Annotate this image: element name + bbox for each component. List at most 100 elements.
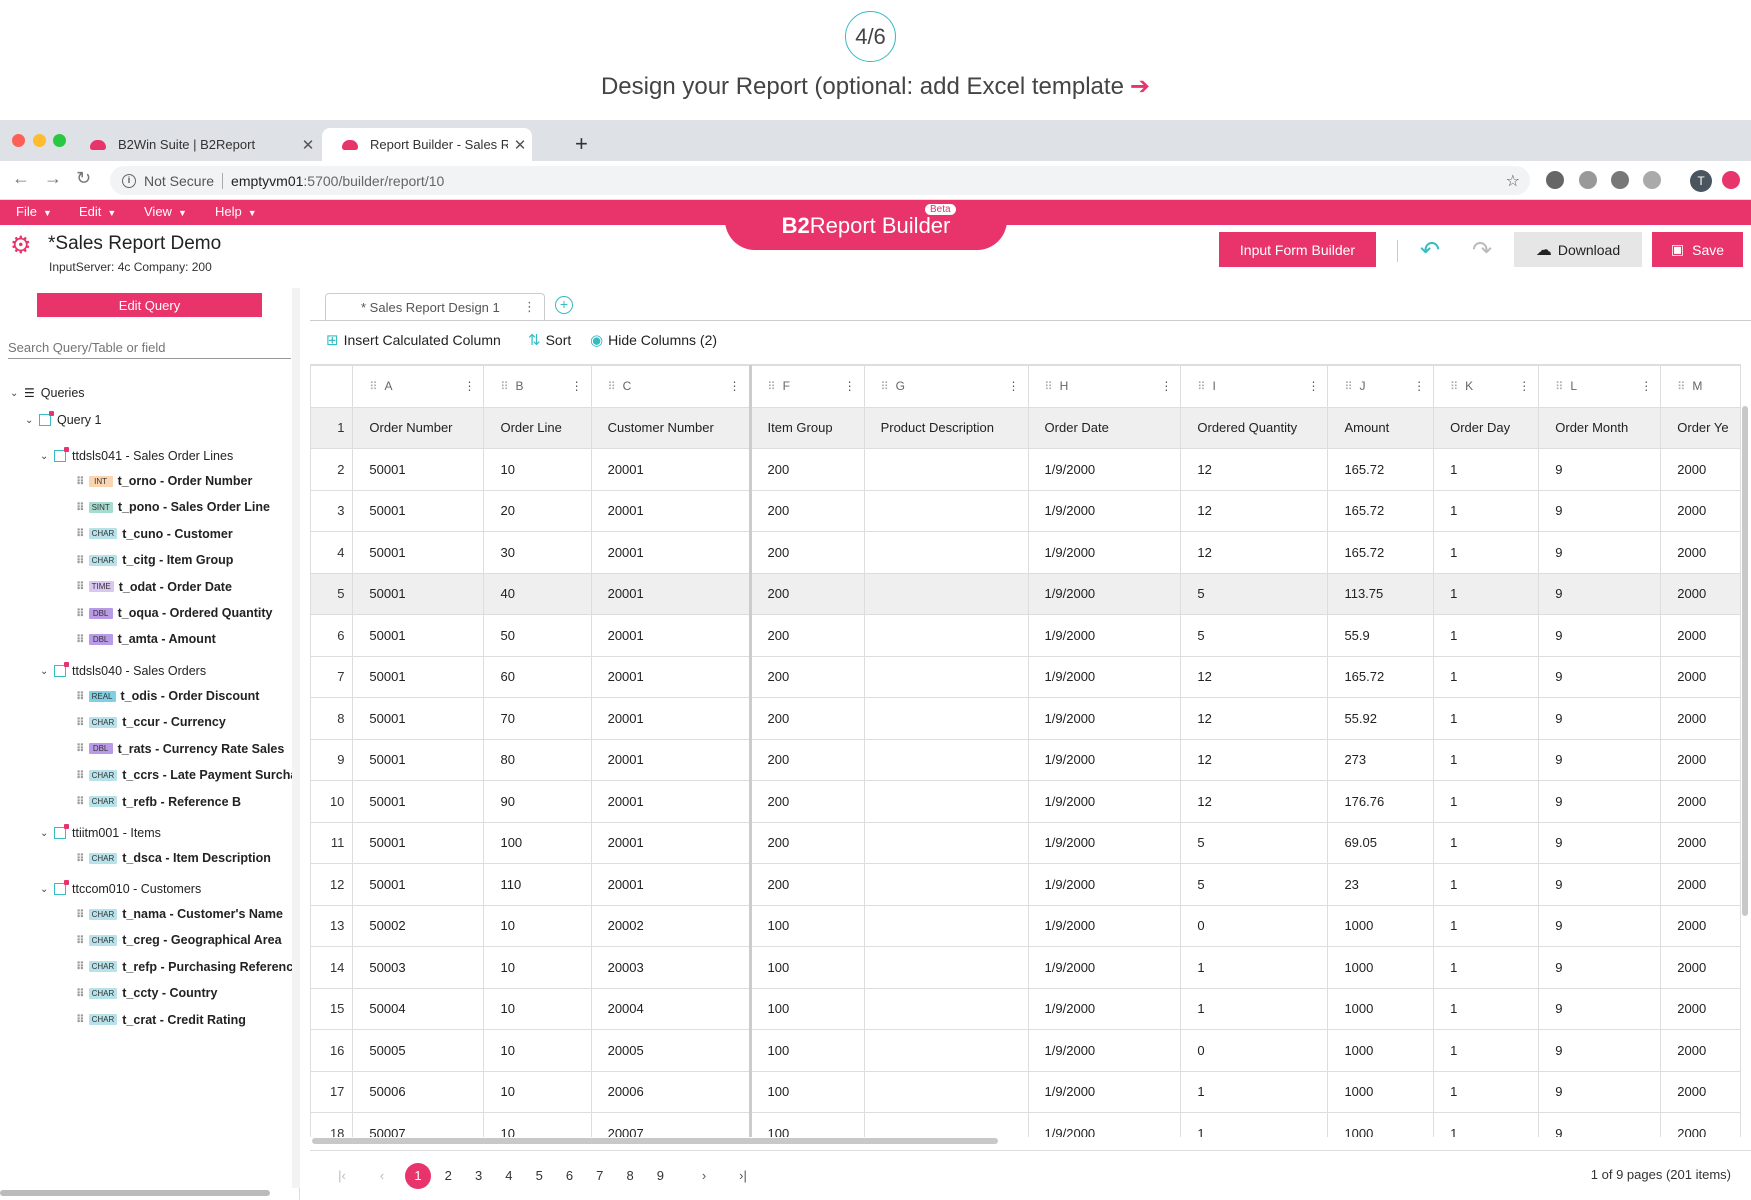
- insert-calculated-column-button[interactable]: ⊞ Insert Calculated Column: [326, 331, 501, 349]
- table-cell[interactable]: 1/9/2000: [1027, 738, 1182, 781]
- drag-handle-icon[interactable]: ⠿: [76, 607, 85, 620]
- kebab-menu-icon[interactable]: ⋮: [844, 379, 856, 393]
- forward-icon[interactable]: →: [44, 168, 62, 189]
- drag-handle-icon[interactable]: ⠿: [76, 554, 85, 567]
- table-cell[interactable]: 50001: [352, 697, 485, 740]
- window-minimize-button[interactable]: [33, 134, 46, 147]
- table-cell[interactable]: 2000: [1660, 489, 1741, 532]
- table-cell[interactable]: 10: [483, 946, 592, 989]
- table-cell[interactable]: 10: [483, 1112, 592, 1137]
- table-cell[interactable]: 50006: [352, 1070, 485, 1113]
- table-cell[interactable]: 110: [483, 863, 592, 906]
- tree-node-table[interactable]: ⌄ ttiitm001 - Items: [40, 824, 161, 840]
- table-cell[interactable]: 100: [749, 1029, 865, 1072]
- column-header[interactable]: ⠿ C ⋮: [590, 365, 752, 408]
- save-button[interactable]: ▣ Save: [1652, 232, 1743, 267]
- table-cell[interactable]: 12: [1180, 655, 1329, 698]
- last-page-icon[interactable]: ›|: [730, 1163, 756, 1189]
- sort-button[interactable]: ⇅ Sort: [528, 331, 571, 349]
- reload-icon[interactable]: ↻: [76, 168, 91, 189]
- table-cell[interactable]: 1: [1433, 614, 1540, 657]
- table-row[interactable]: 1 Order Number Order Line Customer Number It…: [310, 406, 1741, 449]
- field-item[interactable]: ⠿ CHAR t_ccur - Currency: [76, 715, 226, 729]
- table-cell[interactable]: 12: [1180, 697, 1329, 740]
- header-cell[interactable]: Order Month: [1538, 406, 1662, 449]
- add-tab-icon[interactable]: +: [555, 296, 573, 314]
- field-item[interactable]: ⠿ CHAR t_citg - Item Group: [76, 553, 233, 567]
- table-cell[interactable]: 2000: [1660, 1029, 1741, 1072]
- table-cell[interactable]: 2000: [1660, 780, 1741, 823]
- field-item[interactable]: ⠿ DBL t_rats - Currency Rate Sales: [76, 742, 284, 756]
- download-button[interactable]: ☁ Download: [1514, 232, 1642, 267]
- page-number-button[interactable]: 1: [405, 1163, 431, 1189]
- table-cell[interactable]: 2000: [1660, 1070, 1741, 1113]
- table-cell[interactable]: 1/9/2000: [1027, 863, 1182, 906]
- table-cell[interactable]: 1: [1433, 821, 1540, 864]
- table-row[interactable]: 16 50005 10 20005 100 1/9/2000 0 1000 1 9 2000: [310, 1029, 1741, 1072]
- drag-handle-icon[interactable]: ⠿: [76, 742, 85, 755]
- column-header[interactable]: ⠿ B ⋮: [483, 365, 592, 408]
- page-number-button[interactable]: 5: [526, 1163, 552, 1189]
- table-cell[interactable]: 1/9/2000: [1027, 1112, 1182, 1137]
- table-cell[interactable]: 20: [483, 489, 592, 532]
- menu-edit[interactable]: Edit ▼: [79, 204, 116, 219]
- caret-down-icon[interactable]: ⌄: [40, 666, 54, 677]
- table-cell[interactable]: 200: [749, 821, 865, 864]
- table-cell[interactable]: [863, 1112, 1029, 1137]
- table-cell[interactable]: 20002: [590, 904, 752, 947]
- new-tab-icon[interactable]: +: [575, 131, 588, 157]
- page-number-button[interactable]: 4: [496, 1163, 522, 1189]
- table-cell[interactable]: 1/9/2000: [1027, 1029, 1182, 1072]
- field-item[interactable]: ⠿ DBL t_amta - Amount: [76, 632, 216, 646]
- table-cell[interactable]: [863, 489, 1029, 532]
- table-cell[interactable]: [863, 1070, 1029, 1113]
- table-cell[interactable]: 9: [1538, 904, 1662, 947]
- table-cell[interactable]: 9: [1538, 1029, 1662, 1072]
- table-cell[interactable]: 1: [1433, 904, 1540, 947]
- table-row[interactable]: 3 50001 20 20001 200 1/9/2000 12 165.72 1 9 2000: [310, 489, 1741, 532]
- header-cell[interactable]: Order Line: [483, 406, 592, 449]
- close-tab-icon[interactable]: ✕: [296, 136, 320, 154]
- table-cell[interactable]: 200: [749, 697, 865, 740]
- window-close-button[interactable]: [12, 134, 25, 147]
- table-cell[interactable]: 1/9/2000: [1027, 655, 1182, 698]
- table-cell[interactable]: 80: [483, 738, 592, 781]
- header-cell[interactable]: Order Ye: [1660, 406, 1741, 449]
- table-cell[interactable]: 2000: [1660, 697, 1741, 740]
- field-item[interactable]: ⠿ TIME t_odat - Order Date: [76, 580, 232, 594]
- tree-node-table[interactable]: ⌄ ttdsls041 - Sales Order Lines: [40, 447, 233, 463]
- field-item[interactable]: ⠿ INT t_orno - Order Number: [76, 474, 252, 488]
- table-cell[interactable]: 1: [1433, 572, 1540, 615]
- kebab-menu-icon[interactable]: ⋮: [1640, 379, 1652, 393]
- table-cell[interactable]: 9: [1538, 489, 1662, 532]
- drag-handle-icon[interactable]: ⠿: [76, 852, 85, 865]
- tree-node-queries[interactable]: ⌄ ☰ Queries: [10, 386, 85, 400]
- drag-handle-icon[interactable]: ⠿: [608, 381, 616, 393]
- table-cell[interactable]: 200: [749, 738, 865, 781]
- drag-handle-icon[interactable]: ⠿: [76, 795, 85, 808]
- table-cell[interactable]: 200: [749, 448, 865, 491]
- table-cell[interactable]: 1/9/2000: [1027, 448, 1182, 491]
- kebab-menu-icon[interactable]: ⋮: [523, 299, 536, 315]
- drag-handle-icon[interactable]: ⠿: [76, 960, 85, 973]
- table-cell[interactable]: 1/9/2000: [1027, 946, 1182, 989]
- table-cell[interactable]: 50005: [352, 1029, 485, 1072]
- panel-resize-handle[interactable]: [292, 288, 300, 1188]
- table-cell[interactable]: [863, 863, 1029, 906]
- table-row[interactable]: 7 50001 60 20001 200 1/9/2000 12 165.72 1 9 2000: [310, 655, 1741, 698]
- caret-down-icon[interactable]: ⌄: [40, 884, 54, 895]
- field-item[interactable]: ⠿ CHAR t_crat - Credit Rating: [76, 1013, 246, 1027]
- table-cell[interactable]: 1: [1433, 863, 1540, 906]
- header-cell[interactable]: Product Description: [863, 406, 1029, 449]
- table-cell[interactable]: 20001: [590, 821, 752, 864]
- drag-handle-icon[interactable]: ⠿: [1555, 381, 1563, 393]
- table-row[interactable]: 10 50001 90 20001 200 1/9/2000 12 176.76 1 9 2000: [310, 780, 1741, 823]
- kebab-menu-icon[interactable]: ⋮: [729, 379, 741, 393]
- table-cell[interactable]: 1/9/2000: [1027, 531, 1182, 574]
- drag-handle-icon[interactable]: ⠿: [76, 987, 85, 1000]
- table-cell[interactable]: [863, 780, 1029, 823]
- table-cell[interactable]: 0: [1180, 904, 1329, 947]
- window-zoom-button[interactable]: [53, 134, 66, 147]
- table-cell[interactable]: 1: [1180, 946, 1329, 989]
- table-cell[interactable]: 0: [1180, 1029, 1329, 1072]
